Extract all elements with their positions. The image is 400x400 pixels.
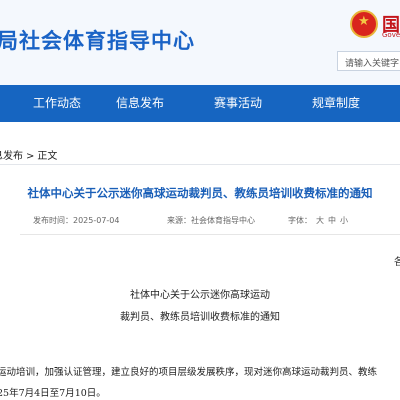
breadcrumb: 息发布>正文: [0, 147, 60, 162]
meta-divider: [20, 234, 400, 235]
breadcrumb-divider: [0, 164, 400, 165]
breadcrumb-separator: >: [26, 151, 35, 162]
site-header: 局社会体育指导中心 国 Gove 请输入关键字: [0, 0, 400, 85]
publish-date: 发布时间：2025-07-04: [33, 216, 120, 225]
font-size-control: 字体： 大中小: [288, 215, 348, 226]
nav-item-events[interactable]: 赛事活动: [214, 85, 262, 122]
body-text-line-1: 运动培训，加强认证管理，建立良好的项目层级发展秩序，现对迷你高球运动裁判员、教练: [0, 367, 378, 378]
site-title[interactable]: 局社会体育指导中心: [0, 25, 195, 55]
nav-item-info-release[interactable]: 信息发布: [116, 85, 164, 122]
font-size-medium-link[interactable]: 中: [328, 216, 336, 225]
nav-item-regulations[interactable]: 规章制度: [312, 85, 360, 122]
article-title: 社体中心关于公示迷你高球运动裁判员、教练员培训收费标准的通知: [27, 186, 373, 200]
document-heading-line-1: 社体中心关于公示迷你高球运动: [130, 290, 270, 301]
breadcrumb-current: 正文: [37, 151, 58, 162]
document-fragment-text: 各: [394, 257, 400, 268]
main-nav: 工作动态 信息发布 赛事活动 规章制度: [0, 85, 400, 122]
font-size-label: 字体：: [288, 216, 312, 225]
national-emblem-icon: [350, 10, 378, 38]
font-size-large-link[interactable]: 大: [316, 216, 324, 225]
document-heading-line-2: 裁判员、教练员培训收费标准的通知: [120, 312, 280, 323]
article-source: 来源：社会体育指导中心: [167, 216, 255, 225]
gov-logo-subtext: Gove: [382, 31, 400, 38]
breadcrumb-parent-link[interactable]: 息发布: [0, 151, 23, 162]
nav-item-work-news[interactable]: 工作动态: [33, 85, 81, 122]
search-input[interactable]: 请输入关键字: [337, 51, 400, 71]
font-size-small-link[interactable]: 小: [340, 216, 348, 225]
body-text-line-2: 25年7月4日至7月10日。: [0, 388, 106, 399]
